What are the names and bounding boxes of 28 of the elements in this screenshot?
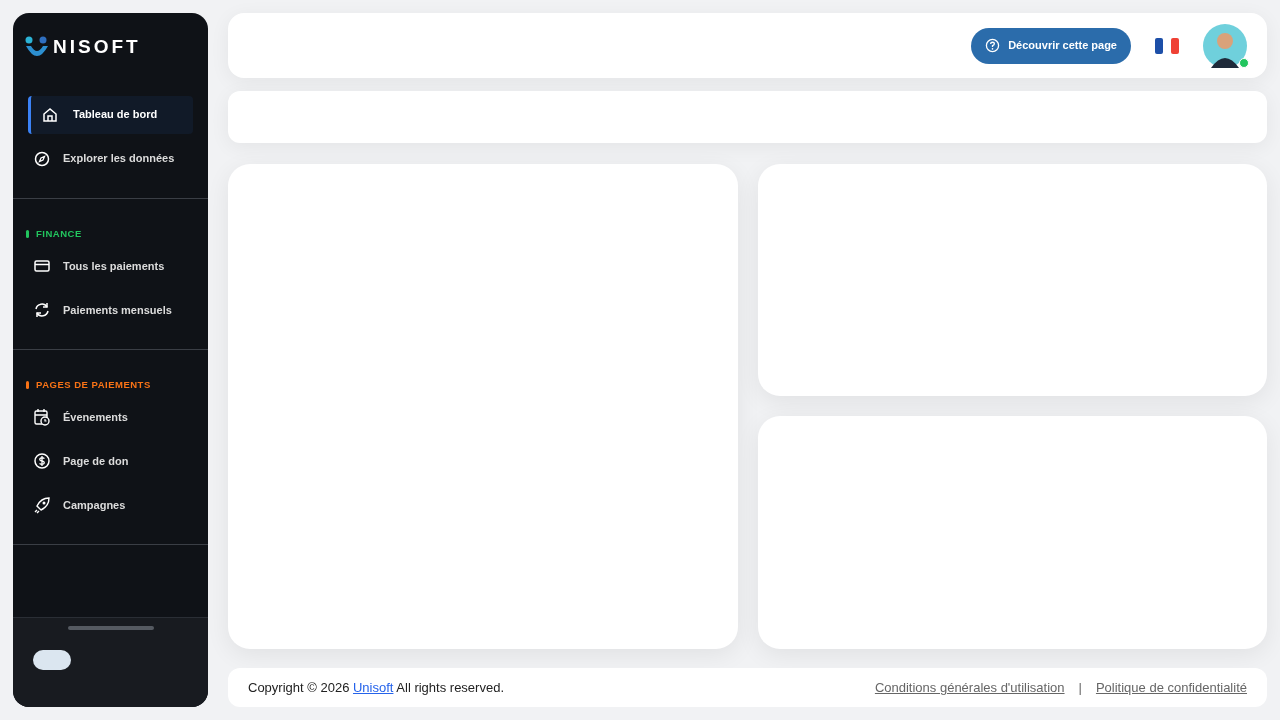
- calendar-icon: [33, 408, 51, 426]
- broken-image-icon: [33, 650, 71, 670]
- france-flag-icon[interactable]: [1155, 37, 1179, 54]
- tour-button[interactable]: Découvrir cette page: [971, 27, 1131, 64]
- dollar-icon: [33, 452, 51, 470]
- separator: |: [1078, 678, 1082, 697]
- compass-icon: [33, 149, 51, 168]
- sidebar-item[interactable]: Page de don: [28, 442, 193, 480]
- footer-link[interactable]: Conditions générales d'utilisation: [874, 677, 1065, 698]
- sidebar-item[interactable]: Paiements mensuels: [28, 290, 193, 329]
- sidebar-item[interactable]: Évenements: [28, 398, 193, 436]
- copyright-text: Copyright © 2026 Unisoft All rights reserved.: [248, 678, 504, 697]
- logo-icon: [25, 36, 49, 59]
- help-icon: [985, 38, 1001, 53]
- section-heading: FINANCE: [36, 226, 82, 241]
- drag-handle[interactable]: [67, 626, 154, 630]
- refresh-icon: [33, 300, 51, 319]
- user-avatar[interactable]: [1203, 23, 1247, 68]
- rocket-icon: [33, 496, 51, 514]
- sidebar-item[interactable]: Explorer les données: [28, 139, 193, 178]
- sidebar-item[interactable]: Tous les paiements: [28, 246, 193, 285]
- company-link[interactable]: Unisoft: [353, 679, 394, 695]
- sidebar-item[interactable]: Tableau de bord: [28, 95, 193, 134]
- home-icon: [41, 105, 59, 124]
- logo-text: NISOFT: [53, 35, 141, 59]
- section-heading: PAGES DE PAIEMENTS: [36, 377, 151, 392]
- footer-link[interactable]: Politique de confidentialité: [1095, 677, 1247, 698]
- sidebar-item[interactable]: Campagnes: [28, 486, 193, 524]
